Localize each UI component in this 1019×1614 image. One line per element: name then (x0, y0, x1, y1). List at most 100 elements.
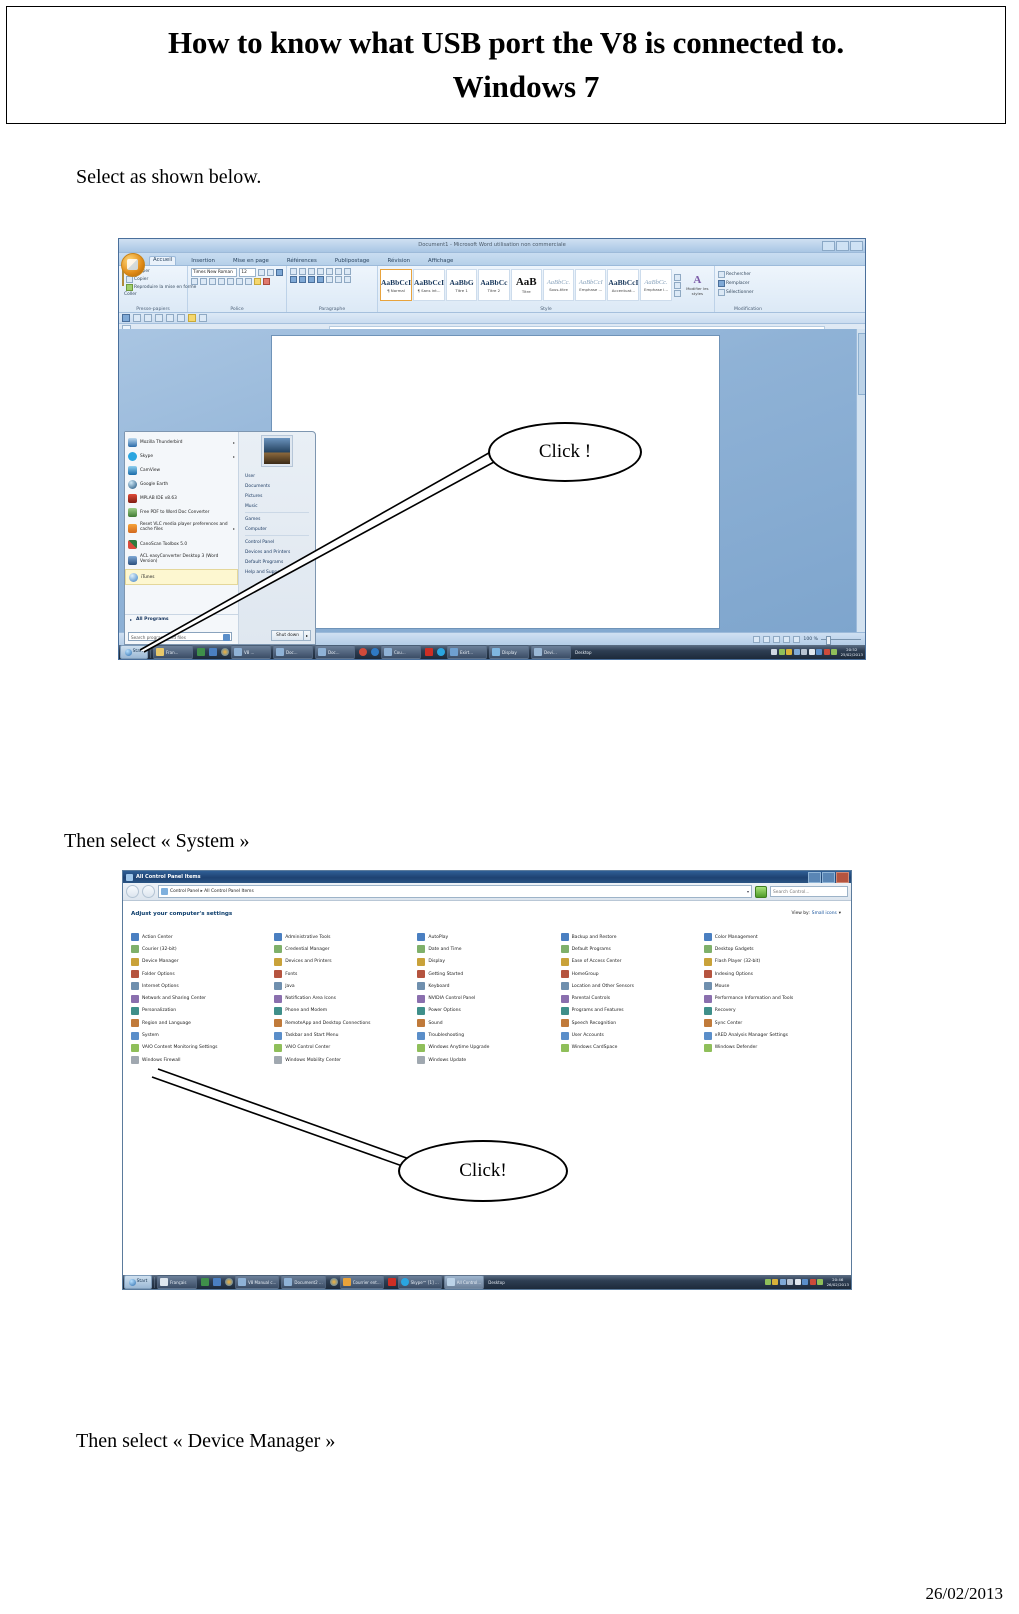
control-panel-item-windows-cardspace[interactable]: Windows CardSpace (560, 1042, 700, 1054)
tray-icon[interactable] (808, 649, 815, 655)
control-panel-item-windows-defender[interactable]: Windows Defender (703, 1042, 843, 1054)
open-icon[interactable] (177, 314, 185, 322)
style-titre[interactable]: AaB Titre (510, 269, 542, 301)
control-panel-item-credential-manager[interactable]: Credential Manager (274, 943, 413, 955)
taskbar-button[interactable]: V8 ... (231, 645, 271, 659)
control-panel-item-ease-of-access-center[interactable]: Ease of Access Center (560, 956, 700, 968)
control-panel-item-windows-anytime-upgrade[interactable]: Windows Anytime Upgrade (417, 1042, 556, 1054)
control-panel-item-troubleshooting[interactable]: Troubleshooting (417, 1029, 556, 1041)
taskbar-button[interactable]: Display (489, 645, 529, 659)
word-icon[interactable] (209, 648, 217, 656)
increase-indent-icon[interactable] (326, 268, 333, 275)
zoom-slider[interactable] (821, 635, 861, 645)
word-icon[interactable] (213, 1278, 221, 1286)
strikethrough-icon[interactable] (218, 278, 225, 285)
tab-affichage[interactable]: Affichage (425, 258, 456, 265)
tray-icon[interactable] (786, 649, 793, 655)
acrobat-icon[interactable] (387, 1278, 396, 1286)
control-panel-item-phone-and-modem[interactable]: Phone and Modem (274, 1005, 413, 1017)
control-panel-item-keyboard[interactable]: Keyboard (417, 980, 556, 992)
view-by-control[interactable]: View by: Small icons ▾ (791, 911, 841, 916)
decrease-indent-icon[interactable] (317, 268, 324, 275)
control-panel-item-color-management[interactable]: Color Management (703, 931, 843, 943)
taskbar-button[interactable]: Doc... (273, 645, 313, 659)
control-panel-item-vaio-content-monitoring-settings[interactable]: VAIO Content Monitoring Settings (131, 1042, 270, 1054)
bullets-icon[interactable] (290, 268, 297, 275)
start-place-help-and-support[interactable]: Help and Support (239, 567, 315, 577)
control-panel-item-personalization[interactable]: Personalization (131, 1005, 270, 1017)
styles-more-icon[interactable] (673, 289, 681, 297)
view-web-layout-icon[interactable] (773, 635, 781, 643)
tab-publipostage[interactable]: Publipostage (332, 258, 373, 265)
bold-icon[interactable] (191, 278, 198, 285)
taskbar-button[interactable]: Fran... (153, 645, 193, 659)
control-panel-item-administrative-tools[interactable]: Administrative Tools (274, 931, 413, 943)
tab-insertion[interactable]: Insertion (188, 258, 218, 265)
control-panel-item-date-and-time[interactable]: Date and Time (417, 943, 556, 955)
taskbar[interactable]: Start Fran... V8 ... Doc... Doc... Cou..… (119, 645, 865, 659)
tray-icon[interactable] (823, 649, 830, 655)
control-panel-item-nvidia-control-panel[interactable]: NVIDIA Control Panel (417, 992, 556, 1004)
start-item-camview[interactable]: CamView (125, 463, 238, 477)
start-place-documents[interactable]: Documents (239, 481, 315, 491)
control-panel-item-internet-options[interactable]: Internet Options (131, 980, 270, 992)
control-panel-nav-bar[interactable]: Control Panel ▸ All Control Panel Items … (123, 883, 851, 901)
undo-icon[interactable] (133, 314, 141, 322)
control-panel-item-backup-and-restore[interactable]: Backup and Restore (560, 931, 700, 943)
control-panel-item-xred-analysis-manager-settings[interactable]: xRED Analysis Manager Settings (703, 1029, 843, 1041)
view-print-layout-icon[interactable] (753, 635, 761, 643)
find-button[interactable]: Rechercher (718, 271, 778, 278)
taskbar-button[interactable]: Document2 ... (281, 1275, 326, 1289)
control-panel-item-recovery[interactable]: Recovery (703, 1005, 843, 1017)
show-marks-icon[interactable] (344, 268, 351, 275)
clear-formatting-icon[interactable] (276, 269, 284, 276)
start-place-control-panel[interactable]: Control Panel (239, 537, 315, 547)
line-spacing-icon[interactable] (326, 276, 333, 283)
control-panel-item-flash-player-32-bit[interactable]: Flash Player (32-bit) (703, 956, 843, 968)
tray-icon[interactable] (779, 1279, 786, 1285)
control-panel-item-folder-options[interactable]: Folder Options (131, 968, 270, 980)
start-item-mplab-ide[interactable]: MPLAB IDE v8.63 (125, 491, 238, 505)
start-item-google-earth[interactable]: Google Earth (125, 477, 238, 491)
change-case-icon[interactable] (245, 278, 252, 285)
control-panel-item-location-and-other-sensors[interactable]: Location and Other Sensors (560, 980, 700, 992)
tray-icon[interactable] (787, 1279, 794, 1285)
minimize-icon[interactable] (808, 872, 821, 883)
control-panel-item-system[interactable]: System (131, 1029, 270, 1041)
close-icon[interactable] (850, 241, 863, 251)
tray-icon[interactable] (772, 1279, 779, 1285)
control-panel-item-autoplay[interactable]: AutoPlay (417, 931, 556, 943)
replace-button[interactable]: Remplacer (718, 280, 778, 287)
minimize-icon[interactable] (822, 241, 835, 251)
taskbar-button[interactable]: Cou... (381, 645, 421, 659)
start-place-pictures[interactable]: Pictures (239, 491, 315, 501)
control-panel-item-programs-and-features[interactable]: Programs and Features (560, 1005, 700, 1017)
word-window-buttons[interactable] (822, 241, 863, 251)
subscript-icon[interactable] (227, 278, 234, 285)
start-menu-programs-pane[interactable]: Mozilla Thunderbird ▸ Skype ▸ CamView Go… (125, 432, 239, 644)
control-panel-item-sync-center[interactable]: Sync Center (703, 1017, 843, 1029)
control-panel-item-desktop-gadgets[interactable]: Desktop Gadgets (703, 943, 843, 955)
copy-button[interactable]: Copier (126, 276, 196, 283)
taskbar-button[interactable]: Courrier ent... (339, 1275, 384, 1289)
view-full-screen-icon[interactable] (763, 635, 771, 643)
tab-mise-en-page[interactable]: Mise en page (230, 258, 272, 265)
font-color-icon[interactable] (263, 278, 270, 285)
grow-font-icon[interactable] (258, 269, 266, 276)
styles-scroll-down-icon[interactable] (673, 281, 681, 289)
styles-gallery[interactable]: AaBbCcI ¶ Normal AaBbCcI ¶ Sans int... A… (378, 266, 714, 301)
view-outline-icon[interactable] (783, 635, 791, 643)
control-panel-item-performance-information-and-tools[interactable]: Performance Information and Tools (703, 992, 843, 1004)
taskbar[interactable]: Start Français V8 Manual c... Document2 … (123, 1275, 851, 1289)
shutdown-button[interactable]: Shut down (271, 630, 304, 641)
shrink-font-icon[interactable] (267, 269, 275, 276)
view-by-value[interactable]: Small icons (812, 911, 837, 916)
tab-accueil[interactable]: Accueil (149, 256, 177, 265)
control-panel-item-windows-update[interactable]: Windows Update (417, 1054, 556, 1066)
control-panel-item-power-options[interactable]: Power Options (417, 1005, 556, 1017)
style-emphase-intense[interactable]: AaBbCc. Emphase i... (640, 269, 672, 301)
language-bar[interactable]: Français (157, 1275, 197, 1289)
search-input[interactable]: Search Control... (770, 886, 848, 897)
excel-icon[interactable] (197, 648, 205, 656)
tray-icon[interactable] (778, 649, 785, 655)
